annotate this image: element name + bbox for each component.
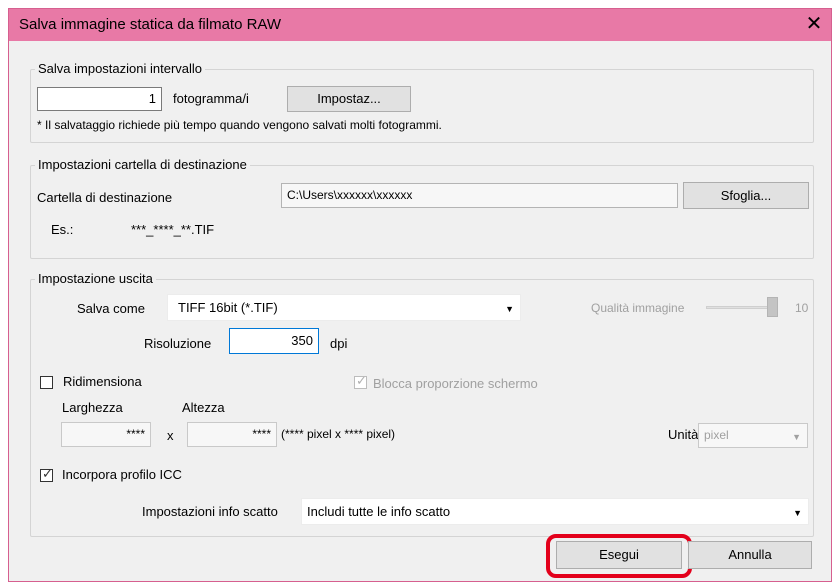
lock-ratio-checkbox[interactable]: ✓ [354, 373, 367, 389]
title-bar: Salva immagine statica da filmato RAW ✕ [9, 9, 831, 41]
icc-checkbox[interactable]: ✓ [40, 466, 53, 482]
slider-thumb [767, 297, 778, 317]
resolution-value: 350 [291, 333, 313, 348]
dialog-window: Salva immagine statica da filmato RAW ✕ … [8, 8, 832, 582]
shot-info-select[interactable]: Includi tutte le info scatto ▼ [301, 498, 809, 525]
size-times-sign: x [167, 428, 174, 443]
destination-folder-path: C:\Users\xxxxxx\xxxxxx [287, 188, 413, 202]
resize-checkbox[interactable] [40, 376, 53, 389]
interval-note: * Il salvataggio richiede più tempo quan… [37, 118, 442, 132]
height-label: Altezza [182, 400, 225, 415]
destination-folder-label: Cartella di destinazione [37, 190, 173, 205]
width-value: **** [126, 427, 145, 441]
icc-checkmark-icon: ✓ [42, 466, 53, 481]
save-as-label: Salva come [77, 301, 145, 316]
unit-select[interactable]: pixel ▼ [698, 423, 808, 448]
destination-group-legend: Impostazioni cartella di destinazione [35, 157, 250, 172]
quality-label: Qualità immagine [591, 301, 685, 315]
frames-value: 1 [148, 91, 156, 106]
example-label: Es.: [51, 222, 74, 237]
run-button[interactable]: Esegui [556, 541, 682, 569]
shot-info-dropdown-arrow-icon: ▼ [793, 508, 802, 518]
destination-group: Impostazioni cartella di destinazione Ca… [30, 157, 814, 259]
pixel-summary: (**** pixel x **** pixel) [281, 427, 396, 441]
output-group: Impostazione uscita Salva come TIFF 16bi… [30, 271, 814, 537]
unit-value: pixel [704, 428, 729, 442]
cancel-button[interactable]: Annulla [688, 541, 812, 569]
unit-label: Unità [668, 427, 699, 442]
dropdown-arrow-icon: ▼ [505, 304, 514, 314]
close-icon[interactable]: ✕ [803, 12, 825, 36]
resolution-input[interactable]: 350 [229, 328, 319, 354]
width-label: Larghezza [62, 400, 123, 415]
resize-label: Ridimensiona [63, 374, 142, 389]
icc-label: Incorpora profilo ICC [62, 467, 182, 482]
interval-settings-button[interactable]: Impostaz... [287, 86, 411, 112]
frames-input[interactable]: 1 [37, 87, 162, 111]
checkmark-icon: ✓ [356, 373, 367, 388]
interval-group-legend: Salva impostazioni intervallo [35, 61, 206, 76]
destination-folder-field: C:\Users\xxxxxx\xxxxxx [281, 183, 678, 208]
resolution-label: Risoluzione [144, 336, 212, 351]
resolution-unit: dpi [330, 336, 348, 351]
quality-value: 10 [795, 301, 809, 315]
width-input[interactable]: **** [61, 422, 151, 447]
quality-slider-track [706, 306, 776, 309]
unit-dropdown-arrow-icon: ▼ [792, 432, 801, 442]
save-as-select[interactable]: TIFF 16bit (*.TIF) ▼ [167, 294, 521, 321]
height-value: **** [252, 427, 271, 441]
lock-ratio-label: Blocca proporzione schermo [373, 376, 538, 391]
browse-button[interactable]: Sfoglia... [683, 182, 809, 209]
example-filename: ***_****_**.TIF [131, 222, 215, 237]
dialog-title: Salva immagine statica da filmato RAW [19, 16, 282, 33]
frames-unit-label: fotogramma/i [173, 91, 249, 106]
output-group-legend: Impostazione uscita [35, 271, 156, 286]
interval-group: Salva impostazioni intervallo 1 fotogram… [30, 61, 814, 143]
shot-info-value: Includi tutte le info scatto [307, 504, 451, 519]
height-input[interactable]: **** [187, 422, 277, 447]
save-as-value: TIFF 16bit (*.TIF) [178, 300, 278, 315]
shot-info-label: Impostazioni info scatto [142, 504, 278, 519]
